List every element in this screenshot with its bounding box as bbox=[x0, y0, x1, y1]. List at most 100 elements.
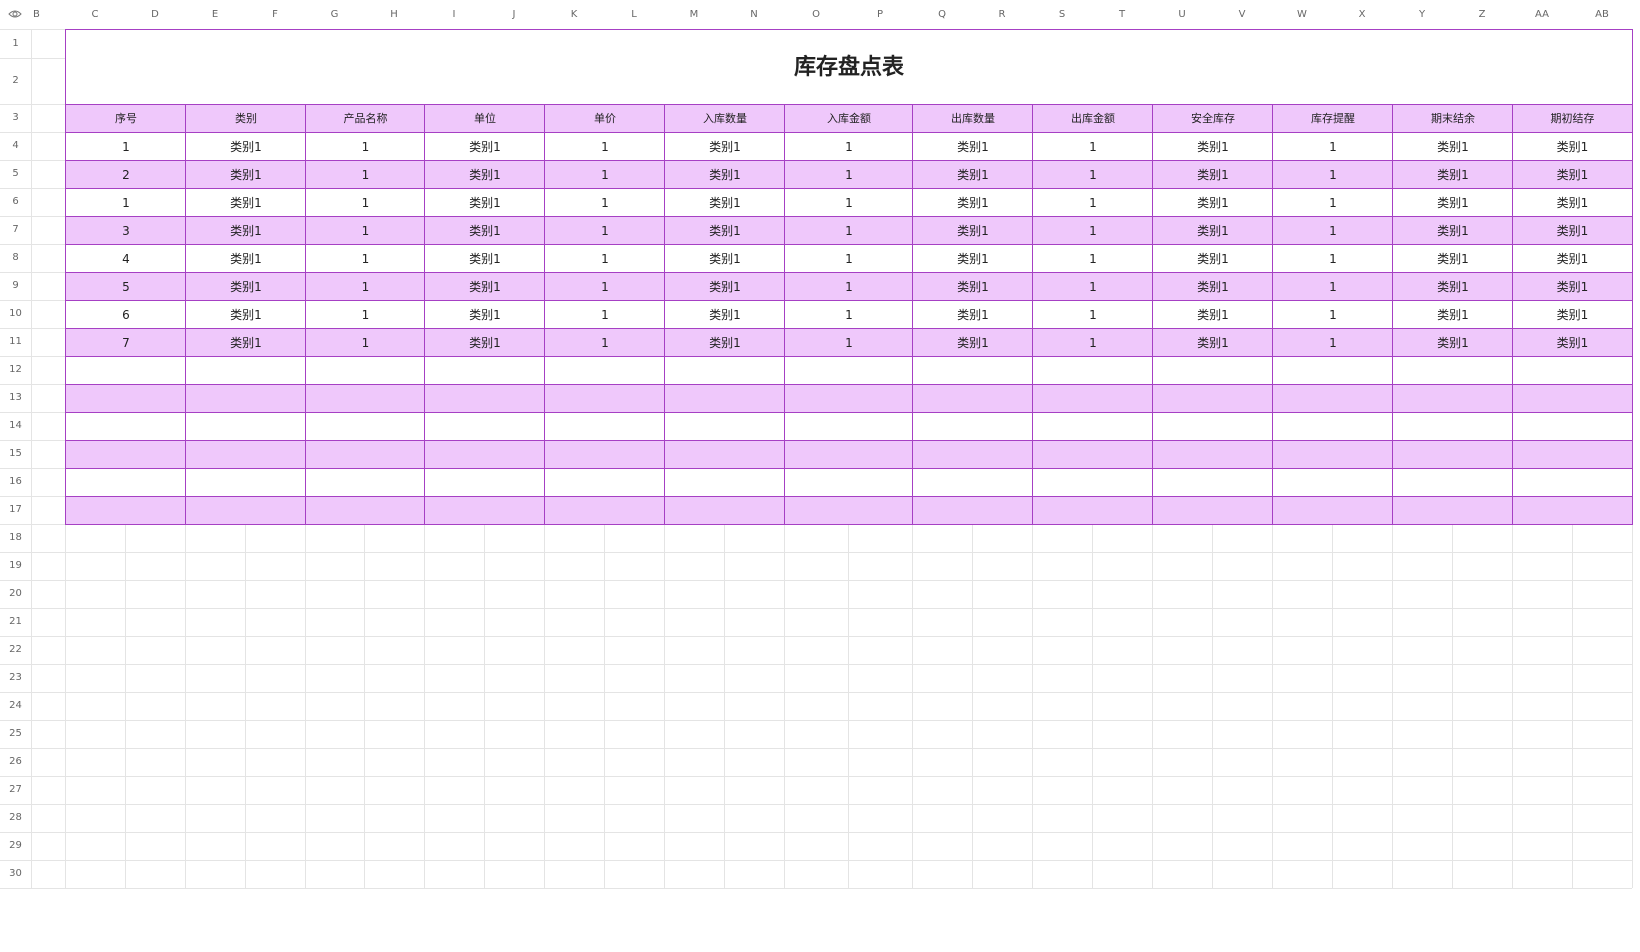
table-cell[interactable]: 2 bbox=[65, 160, 186, 189]
table-cell[interactable] bbox=[664, 412, 785, 441]
table-cell[interactable]: 1 bbox=[305, 160, 425, 189]
column-header[interactable]: I bbox=[424, 0, 484, 29]
table-cell[interactable]: 类别1 bbox=[912, 244, 1033, 273]
table-cell[interactable] bbox=[1392, 356, 1513, 385]
table-cell[interactable]: 类别1 bbox=[664, 132, 785, 161]
table-cell[interactable]: 类别1 bbox=[664, 188, 785, 217]
column-header[interactable]: B bbox=[31, 0, 65, 29]
column-header[interactable]: J bbox=[484, 0, 544, 29]
table-cell[interactable]: 类别1 bbox=[1512, 160, 1633, 189]
table-cell[interactable]: 类别1 bbox=[1392, 132, 1513, 161]
column-header[interactable]: Y bbox=[1392, 0, 1452, 29]
row-header[interactable]: 19 bbox=[0, 552, 31, 580]
table-cell[interactable] bbox=[664, 496, 785, 525]
table-cell[interactable]: 1 bbox=[544, 132, 665, 161]
table-cell[interactable]: 类别1 bbox=[1512, 328, 1633, 357]
table-cell[interactable]: 类别1 bbox=[1512, 244, 1633, 273]
table-cell[interactable] bbox=[185, 496, 306, 525]
table-cell[interactable] bbox=[1032, 412, 1153, 441]
table-cell[interactable]: 类别1 bbox=[1152, 188, 1273, 217]
table-cell[interactable]: 类别1 bbox=[424, 272, 545, 301]
table-cell[interactable]: 类别1 bbox=[1152, 160, 1273, 189]
table-cell[interactable]: 类别1 bbox=[185, 216, 306, 245]
table-cell[interactable]: 3 bbox=[65, 216, 186, 245]
table-cell[interactable]: 类别1 bbox=[912, 160, 1033, 189]
eye-icon[interactable] bbox=[8, 9, 22, 19]
table-cell[interactable] bbox=[424, 496, 545, 525]
table-cell[interactable]: 类别1 bbox=[1512, 132, 1633, 161]
row-header[interactable]: 10 bbox=[0, 300, 31, 328]
column-heading[interactable]: 期末结余 bbox=[1392, 104, 1513, 133]
table-cell[interactable]: 类别1 bbox=[185, 272, 306, 301]
column-header[interactable]: AA bbox=[1512, 0, 1572, 29]
table-cell[interactable] bbox=[1512, 468, 1633, 497]
table-cell[interactable]: 4 bbox=[65, 244, 186, 273]
table-cell[interactable] bbox=[1152, 468, 1273, 497]
table-cell[interactable]: 类别1 bbox=[1392, 160, 1513, 189]
table-cell[interactable]: 类别1 bbox=[1512, 188, 1633, 217]
column-header[interactable]: S bbox=[1032, 0, 1092, 29]
table-cell[interactable] bbox=[1512, 384, 1633, 413]
table-cell[interactable] bbox=[305, 468, 425, 497]
row-header[interactable]: 22 bbox=[0, 636, 31, 664]
table-cell[interactable]: 1 bbox=[65, 188, 186, 217]
table-cell[interactable]: 类别1 bbox=[1392, 300, 1513, 329]
row-header[interactable]: 17 bbox=[0, 496, 31, 524]
table-cell[interactable]: 类别1 bbox=[664, 300, 785, 329]
column-heading[interactable]: 产品名称 bbox=[305, 104, 425, 133]
table-cell[interactable]: 1 bbox=[784, 244, 913, 273]
column-heading[interactable]: 期初结存 bbox=[1512, 104, 1633, 133]
column-header[interactable]: R bbox=[972, 0, 1032, 29]
table-cell[interactable]: 类别1 bbox=[912, 188, 1033, 217]
table-cell[interactable]: 1 bbox=[1272, 188, 1393, 217]
table-cell[interactable] bbox=[1512, 440, 1633, 469]
row-header[interactable]: 15 bbox=[0, 440, 31, 468]
column-header[interactable]: X bbox=[1332, 0, 1392, 29]
table-cell[interactable]: 类别1 bbox=[185, 300, 306, 329]
table-cell[interactable]: 类别1 bbox=[424, 160, 545, 189]
table-cell[interactable] bbox=[1512, 496, 1633, 525]
row-header[interactable]: 18 bbox=[0, 524, 31, 552]
table-cell[interactable]: 6 bbox=[65, 300, 186, 329]
column-header[interactable]: H bbox=[364, 0, 424, 29]
row-header[interactable]: 11 bbox=[0, 328, 31, 356]
table-cell[interactable]: 类别1 bbox=[1152, 272, 1273, 301]
table-cell[interactable]: 1 bbox=[784, 160, 913, 189]
table-cell[interactable] bbox=[185, 356, 306, 385]
table-cell[interactable] bbox=[1392, 412, 1513, 441]
row-header[interactable]: 28 bbox=[0, 804, 31, 832]
table-cell[interactable] bbox=[305, 412, 425, 441]
table-cell[interactable]: 类别1 bbox=[424, 188, 545, 217]
column-header[interactable]: C bbox=[65, 0, 125, 29]
column-header[interactable]: Z bbox=[1452, 0, 1512, 29]
table-cell[interactable]: 1 bbox=[544, 244, 665, 273]
table-cell[interactable]: 类别1 bbox=[664, 160, 785, 189]
table-cell[interactable]: 1 bbox=[544, 328, 665, 357]
column-header[interactable]: Q bbox=[912, 0, 972, 29]
table-cell[interactable]: 1 bbox=[784, 328, 913, 357]
table-cell[interactable]: 类别1 bbox=[1152, 300, 1273, 329]
table-cell[interactable] bbox=[1032, 496, 1153, 525]
table-cell[interactable] bbox=[1032, 384, 1153, 413]
row-header[interactable]: 16 bbox=[0, 468, 31, 496]
table-cell[interactable]: 1 bbox=[1272, 300, 1393, 329]
column-heading[interactable]: 出库金额 bbox=[1032, 104, 1153, 133]
column-header[interactable]: V bbox=[1212, 0, 1272, 29]
table-cell[interactable]: 1 bbox=[1272, 160, 1393, 189]
table-cell[interactable]: 1 bbox=[305, 300, 425, 329]
table-cell[interactable]: 1 bbox=[784, 216, 913, 245]
table-cell[interactable]: 1 bbox=[305, 272, 425, 301]
table-cell[interactable] bbox=[1152, 356, 1273, 385]
table-cell[interactable] bbox=[544, 384, 665, 413]
table-cell[interactable]: 类别1 bbox=[664, 272, 785, 301]
column-header[interactable]: P bbox=[848, 0, 912, 29]
table-cell[interactable]: 类别1 bbox=[1152, 216, 1273, 245]
column-heading[interactable]: 入库金额 bbox=[784, 104, 913, 133]
table-cell[interactable] bbox=[784, 496, 913, 525]
table-cell[interactable] bbox=[544, 468, 665, 497]
table-cell[interactable] bbox=[912, 356, 1033, 385]
table-cell[interactable]: 类别1 bbox=[1392, 244, 1513, 273]
table-cell[interactable]: 1 bbox=[305, 328, 425, 357]
row-header[interactable]: 30 bbox=[0, 860, 31, 888]
table-cell[interactable]: 类别1 bbox=[424, 216, 545, 245]
